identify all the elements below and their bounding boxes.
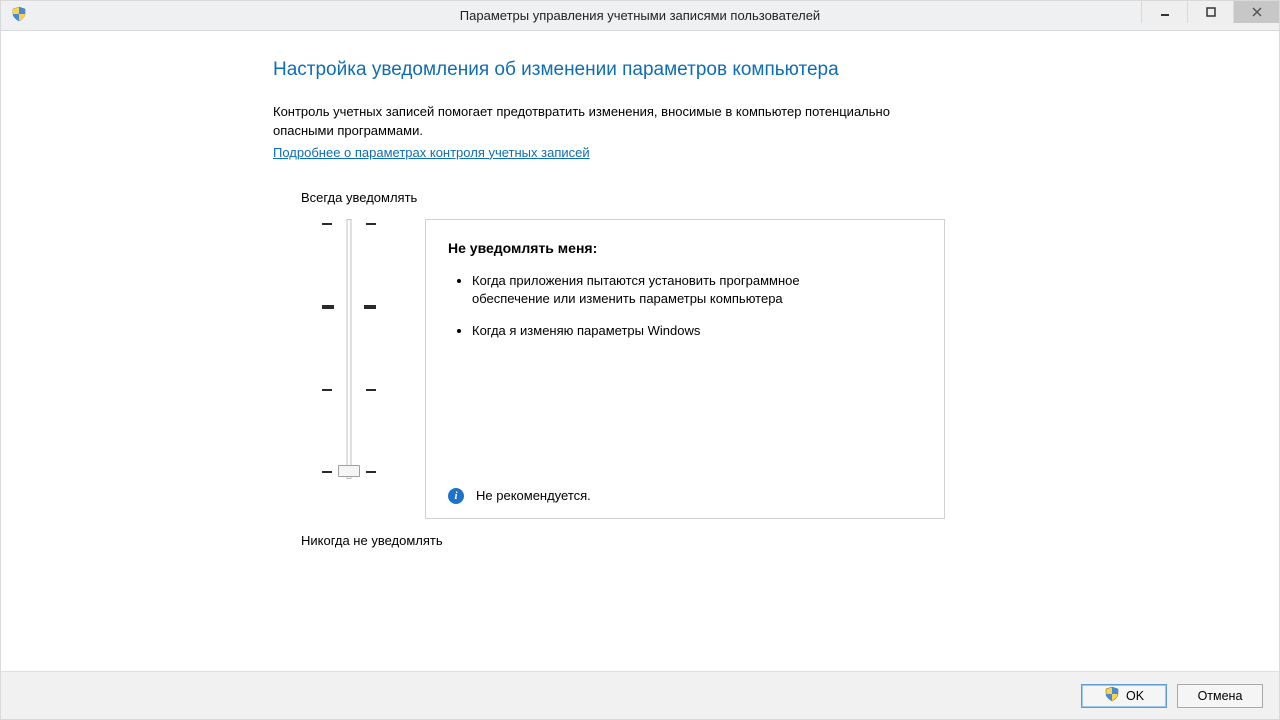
cancel-button-label: Отмена xyxy=(1198,689,1243,703)
slider-thumb[interactable] xyxy=(338,465,360,477)
cancel-button[interactable]: Отмена xyxy=(1177,684,1263,708)
info-bullet: Когда приложения пытаются установить про… xyxy=(472,272,852,308)
info-bullet: Когда я изменяю параметры Windows xyxy=(472,322,852,340)
notification-info-box: Не уведомлять меня: Когда приложения пыт… xyxy=(425,219,945,519)
uac-settings-window: Параметры управления учетными записями п… xyxy=(0,0,1280,720)
dialog-footer: OK Отмена xyxy=(1,671,1279,719)
uac-shield-icon xyxy=(1104,686,1120,705)
intro-text: Контроль учетных записей помогает предот… xyxy=(273,103,953,141)
recommendation-text: Не рекомендуется. xyxy=(476,488,591,503)
uac-shield-icon xyxy=(11,6,27,25)
content-area: Настройка уведомления об изменении парам… xyxy=(1,31,1279,719)
window-controls xyxy=(1141,1,1279,30)
info-box-title: Не уведомлять меня: xyxy=(448,240,922,256)
close-button[interactable] xyxy=(1233,1,1279,23)
learn-more-link[interactable]: Подробнее о параметрах контроля учетных … xyxy=(273,145,590,160)
ok-button[interactable]: OK xyxy=(1081,684,1167,708)
slider-top-label: Всегда уведомлять xyxy=(301,190,1279,205)
page-heading: Настройка уведомления об изменении парам… xyxy=(273,59,1279,81)
info-icon: i xyxy=(448,488,464,504)
maximize-button[interactable] xyxy=(1187,1,1233,23)
titlebar: Параметры управления учетными записями п… xyxy=(1,1,1279,31)
minimize-button[interactable] xyxy=(1141,1,1187,23)
ok-button-label: OK xyxy=(1126,689,1144,703)
window-title: Параметры управления учетными записями п… xyxy=(1,8,1279,23)
notification-level-slider[interactable] xyxy=(319,219,379,479)
slider-bottom-label: Никогда не уведомлять xyxy=(301,533,1279,548)
